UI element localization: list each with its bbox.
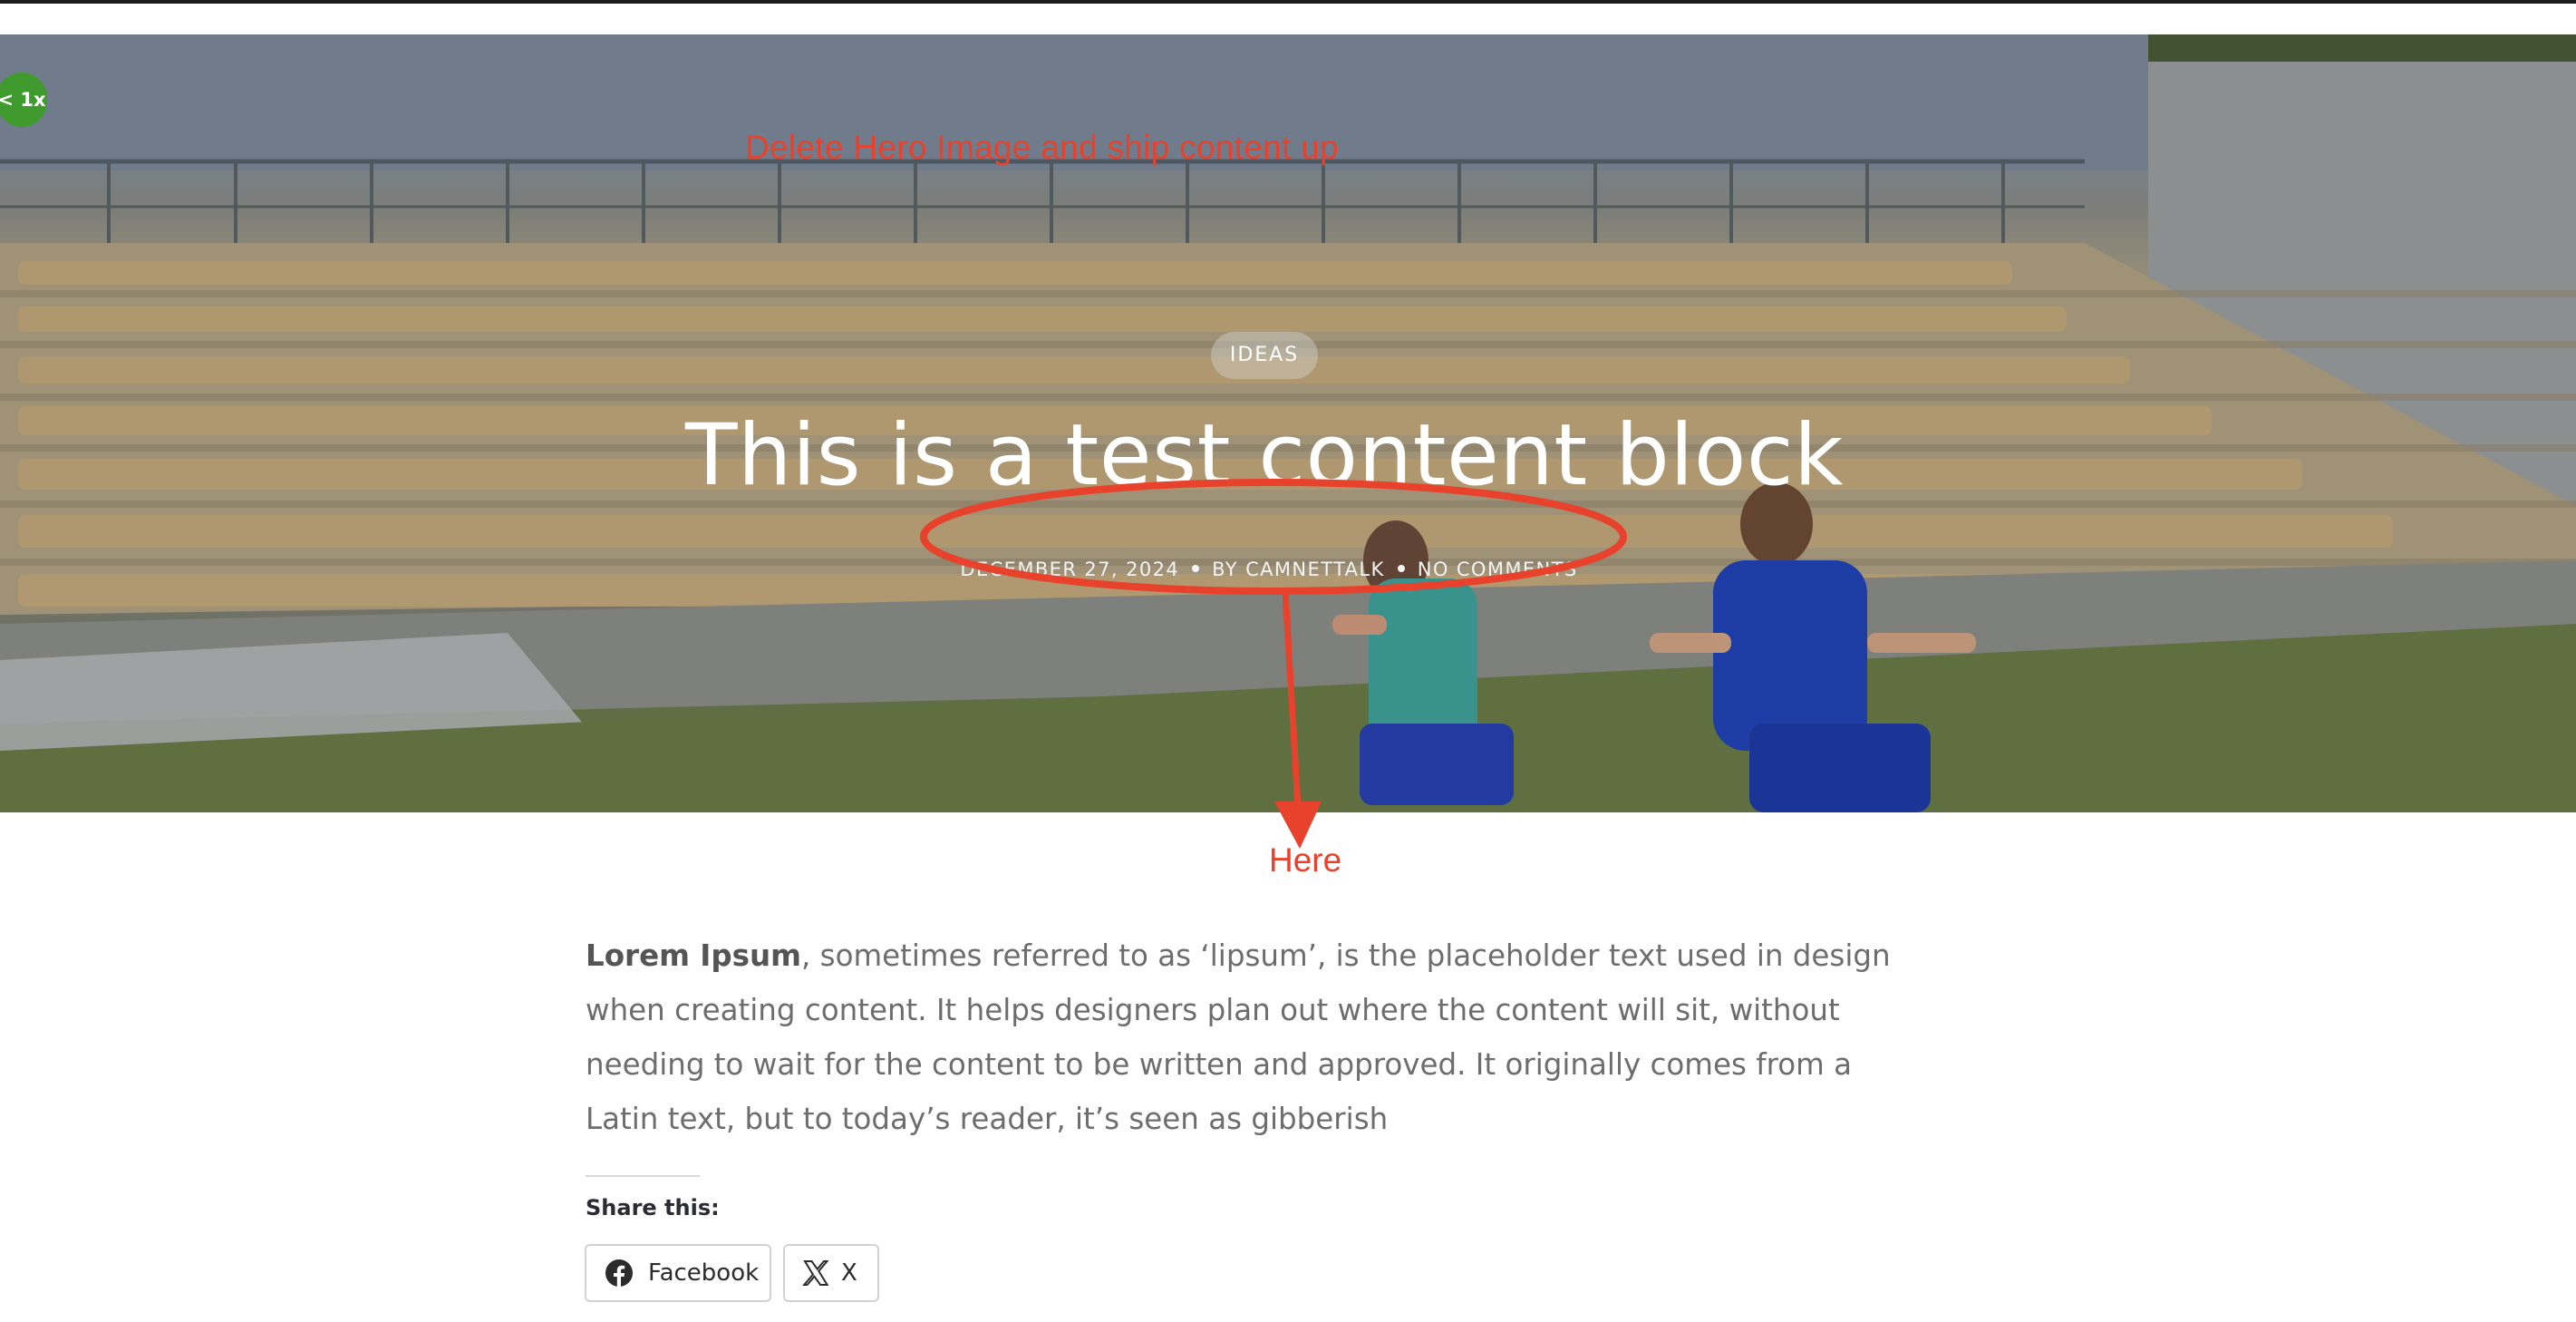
- share-x-label: X: [841, 1259, 857, 1287]
- post-meta: DECEMBER 27, 2024 BY CAMNETTALK NO COMMENT…: [943, 559, 1595, 580]
- separator-dot: [1397, 565, 1405, 572]
- post-date[interactable]: DECEMBER 27, 2024: [960, 559, 1179, 580]
- annotation-note-here: Here: [1269, 841, 1342, 879]
- post-comments[interactable]: NO COMMENTS: [1418, 559, 1578, 580]
- browser-top-border: [0, 0, 2576, 4]
- separator-dot: [1192, 565, 1200, 572]
- facebook-icon: [605, 1259, 633, 1287]
- category-badge[interactable]: IDEAS: [1211, 332, 1318, 379]
- annotation-note-top: Delete Hero Image and ship content up: [745, 129, 1339, 166]
- playback-speed-badge[interactable]: < 1x: [0, 73, 47, 127]
- article-lead-bold: Lorem Ipsum: [586, 938, 801, 973]
- article-paragraph: Lorem Ipsum, sometimes referred to as ‘l…: [586, 928, 1927, 1146]
- x-icon: [802, 1260, 829, 1286]
- post-author[interactable]: BY CAMNETTALK: [1212, 559, 1385, 580]
- share-x-button[interactable]: X: [783, 1244, 879, 1302]
- share-label: Share this:: [586, 1195, 720, 1220]
- post-title: This is a test content block: [685, 406, 1844, 505]
- share-divider: [586, 1175, 700, 1177]
- share-facebook-label: Facebook: [648, 1259, 760, 1287]
- share-facebook-button[interactable]: Facebook: [585, 1244, 771, 1302]
